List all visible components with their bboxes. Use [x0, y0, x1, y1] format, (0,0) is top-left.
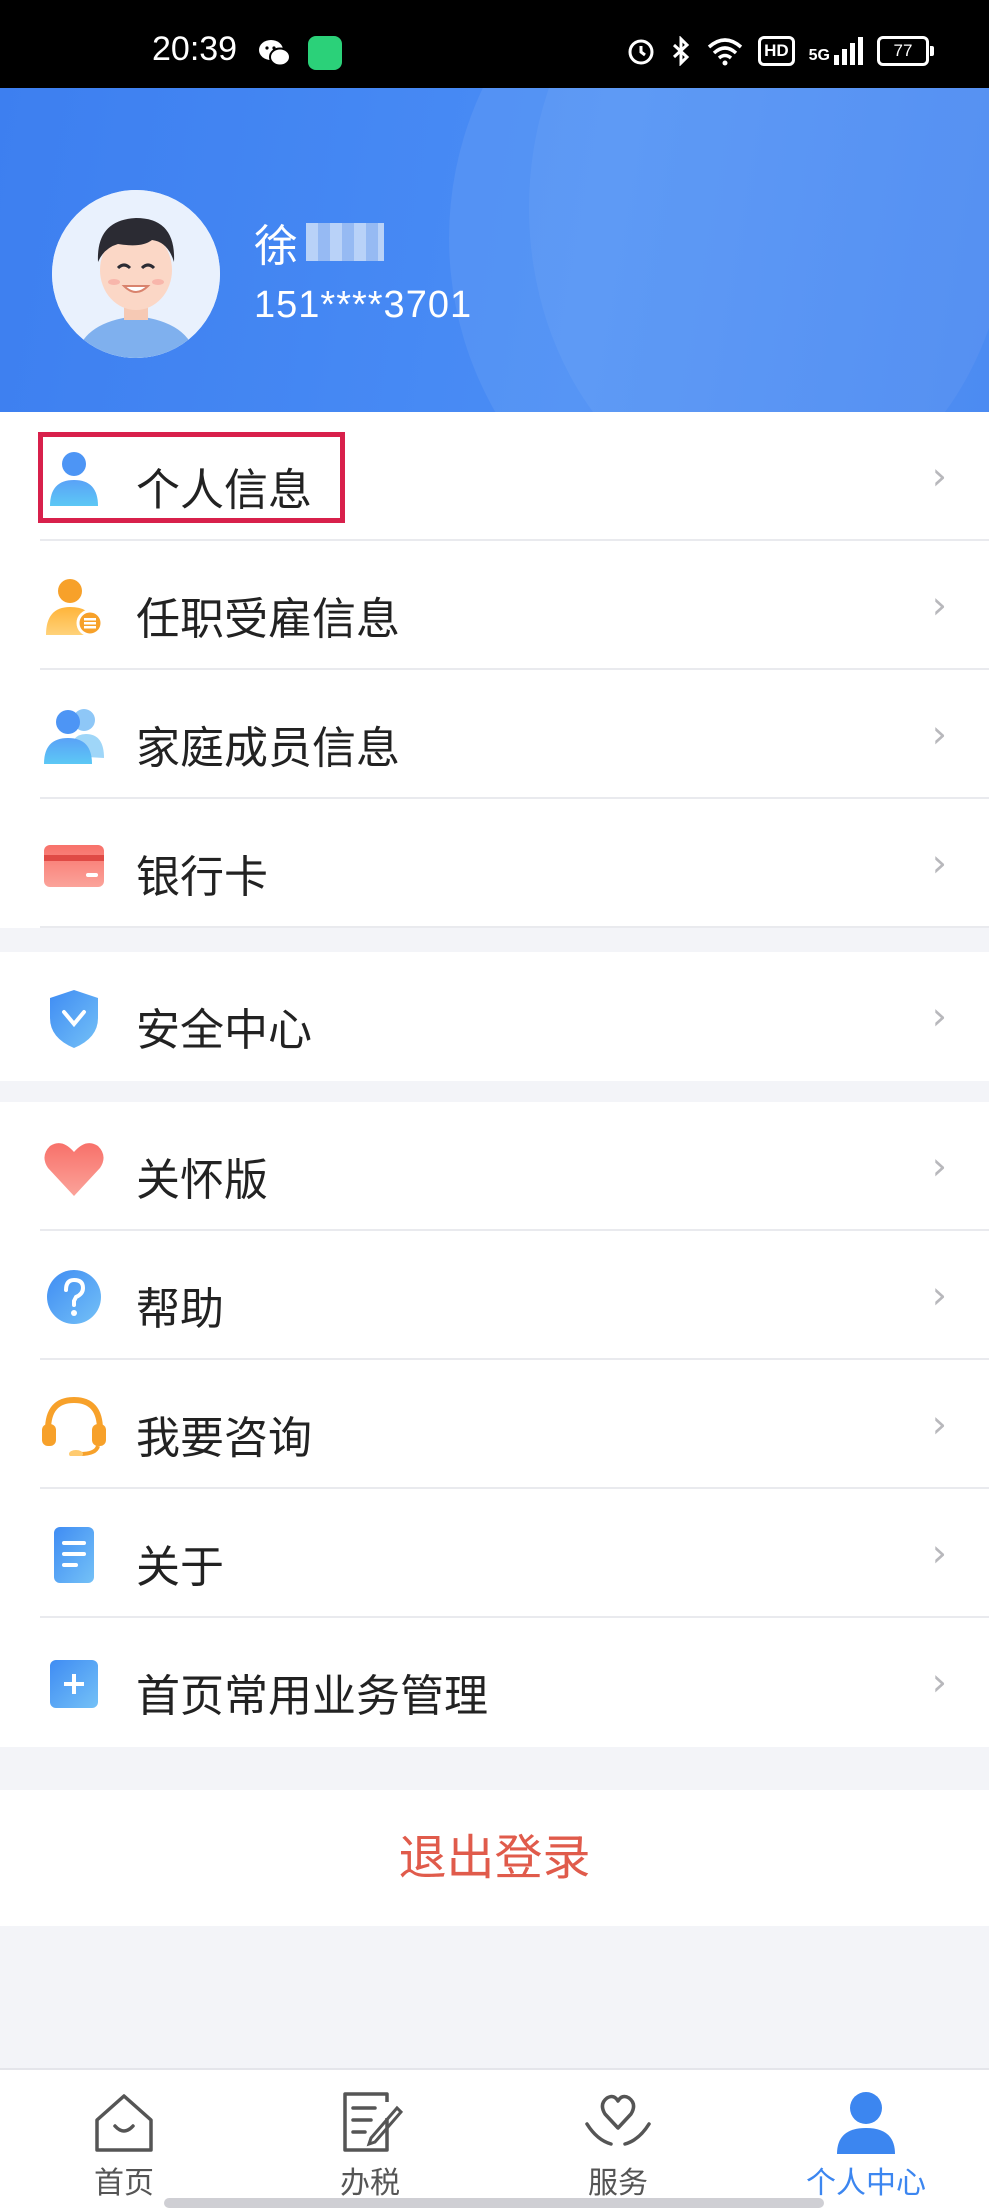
menu-item-label: 任职受雇信息: [136, 594, 400, 645]
hd-badge: HD: [758, 36, 795, 66]
headset-icon: [42, 1396, 106, 1456]
tab-service[interactable]: 服务: [538, 2070, 698, 2210]
network-label: 5G: [808, 47, 830, 64]
tax-icon: [343, 2092, 404, 2152]
menu-item-consult[interactable]: 我要咨询 ›: [0, 1360, 989, 1489]
status-time: 20:39: [152, 30, 238, 68]
chevron-right-icon: ›: [931, 454, 947, 498]
menu-group-other: 关怀版 › 帮助 › 我要咨询 › 关于 › 首页常用业务管理 ›: [0, 1102, 989, 1747]
menu-item-security-center[interactable]: 安全中心 ›: [0, 952, 989, 1081]
chevron-right-icon: ›: [931, 1531, 947, 1575]
plus-icon: [50, 1660, 98, 1708]
chevron-right-icon: ›: [931, 1273, 947, 1317]
bottom-tab-bar: 首页 办税 服务 个人中心: [0, 2068, 989, 2210]
bank-card-icon: [44, 845, 104, 887]
service-icon: [585, 2094, 651, 2146]
wechat-icon: [259, 40, 291, 67]
menu-item-family-info[interactable]: 家庭成员信息 ›: [0, 670, 989, 799]
chevron-right-icon: ›: [931, 1660, 947, 1704]
menu-item-label: 帮助: [136, 1284, 224, 1335]
logout-button[interactable]: 退出登录: [0, 1790, 989, 1926]
chevron-right-icon: ›: [931, 1402, 947, 1446]
menu-item-label: 关于: [136, 1542, 224, 1593]
status-bar: 20:39 HD 5G 77: [0, 0, 989, 88]
menu-item-about[interactable]: 关于 ›: [0, 1489, 989, 1618]
user-name: 徐: [254, 210, 384, 274]
avatar-illustration: [52, 190, 220, 358]
home-indicator: [164, 2198, 824, 2208]
tab-profile[interactable]: 个人中心: [786, 2070, 946, 2210]
document-icon: [54, 1527, 94, 1583]
tab-label: 办税: [340, 2166, 400, 2201]
employment-icon: [46, 579, 104, 637]
menu-item-care-mode[interactable]: 关怀版 ›: [0, 1102, 989, 1231]
highlight-box: [38, 432, 345, 523]
heart-icon: [44, 1143, 104, 1196]
chevron-right-icon: ›: [931, 994, 947, 1038]
wifi-icon: [707, 38, 743, 66]
menu-item-help[interactable]: 帮助 ›: [0, 1231, 989, 1360]
signal-icon: [834, 37, 863, 65]
tab-home[interactable]: 首页: [44, 2070, 204, 2210]
user-name-text: 徐: [254, 221, 298, 272]
menu-item-label: 首页常用业务管理: [136, 1671, 488, 1722]
chevron-right-icon: ›: [931, 583, 947, 627]
menu-item-label: 银行卡: [136, 852, 268, 903]
home-icon: [95, 2094, 153, 2152]
alarm-icon: [628, 39, 654, 65]
battery-indicator: 77: [877, 36, 934, 66]
menu-group-security: 安全中心 ›: [0, 952, 989, 1081]
name-redaction: [306, 223, 384, 261]
avatar[interactable]: [52, 190, 220, 358]
menu-item-label: 安全中心: [136, 1005, 312, 1056]
menu-item-label: 我要咨询: [136, 1413, 312, 1464]
chevron-right-icon: ›: [931, 841, 947, 885]
tab-label: 首页: [94, 2166, 154, 2201]
profile-header: 徐 151****3701: [0, 88, 989, 412]
person-icon: [837, 2092, 895, 2154]
tab-tax[interactable]: 办税: [290, 2070, 450, 2210]
family-icon: [44, 709, 104, 764]
user-phone: 151****3701: [254, 284, 473, 326]
message-app-icon: [308, 36, 342, 70]
chevron-right-icon: ›: [931, 1144, 947, 1188]
menu-item-employment-info[interactable]: 任职受雇信息 ›: [0, 541, 989, 670]
menu-item-home-shortcuts[interactable]: 首页常用业务管理 ›: [0, 1618, 989, 1747]
menu-item-bank-card[interactable]: 银行卡 ›: [0, 799, 989, 928]
help-icon: [47, 1270, 101, 1324]
tab-label: 服务: [588, 2166, 648, 2201]
chevron-right-icon: ›: [931, 712, 947, 756]
shield-icon: [50, 990, 98, 1048]
bluetooth-icon: [673, 36, 690, 66]
menu-item-label: 家庭成员信息: [136, 723, 400, 774]
menu-item-label: 关怀版: [136, 1155, 268, 1206]
tab-label: 个人中心: [806, 2166, 926, 2201]
